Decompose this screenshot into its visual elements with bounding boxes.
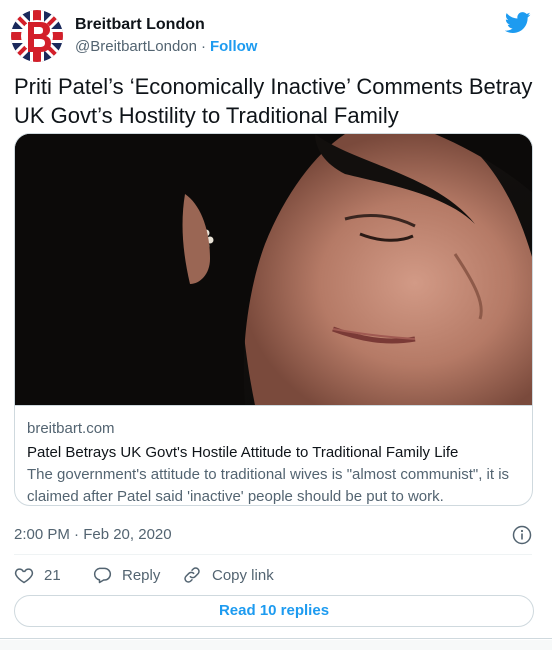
tweet-header: Breitbart London @BreitbartLondon · Follow [11, 10, 541, 62]
divider [14, 554, 532, 555]
account-handle[interactable]: @BreitbartLondon [75, 38, 197, 55]
reply-button[interactable]: Reply [92, 562, 160, 588]
link-domain: breitbart.com [27, 420, 115, 437]
link-description: The government's attitude to traditional… [27, 466, 510, 505]
read-replies-button[interactable]: Read 10 replies [14, 595, 534, 627]
handle-row: @BreitbartLondon · Follow [75, 38, 257, 55]
page-bottom-strip [0, 640, 552, 650]
like-button[interactable]: 21 [14, 562, 61, 588]
timestamp-row: 2:00 PM · Feb 20, 2020 [14, 524, 532, 546]
avatar[interactable] [11, 10, 63, 62]
account-name[interactable]: Breitbart London [75, 16, 205, 34]
handle-separator: · [200, 38, 206, 55]
info-icon[interactable] [512, 525, 532, 545]
link-preview-text: breitbart.com Patel Betrays UK Govt's Ho… [15, 405, 532, 505]
link-preview-card[interactable]: breitbart.com Patel Betrays UK Govt's Ho… [14, 133, 533, 506]
copy-link-button[interactable]: Copy link [182, 562, 274, 588]
portrait-photo [15, 134, 532, 405]
breitbart-logo-icon [11, 10, 63, 62]
embedded-tweet: Breitbart London @BreitbartLondon · Follow… [0, 0, 552, 639]
copy-link-label: Copy link [212, 566, 274, 584]
tweet-timestamp[interactable]: 2:00 PM · Feb 20, 2020 [14, 526, 172, 543]
link-icon [184, 567, 200, 583]
follow-link[interactable]: Follow [210, 38, 258, 55]
reply-label: Reply [122, 566, 161, 584]
tweet-text: Priti Patel’s ‘Economically Inactive’ Co… [14, 74, 533, 128]
reply-bubble-icon [93, 567, 112, 584]
like-count: 21 [44, 566, 61, 584]
tweet-actions: 21 Reply Copy link [14, 562, 534, 588]
link-title[interactable]: Patel Betrays UK Govt's Hostile Attitude… [27, 443, 522, 463]
link-preview-image[interactable] [15, 134, 532, 405]
heart-icon [14, 568, 34, 584]
twitter-bird-icon[interactable] [505, 12, 531, 34]
